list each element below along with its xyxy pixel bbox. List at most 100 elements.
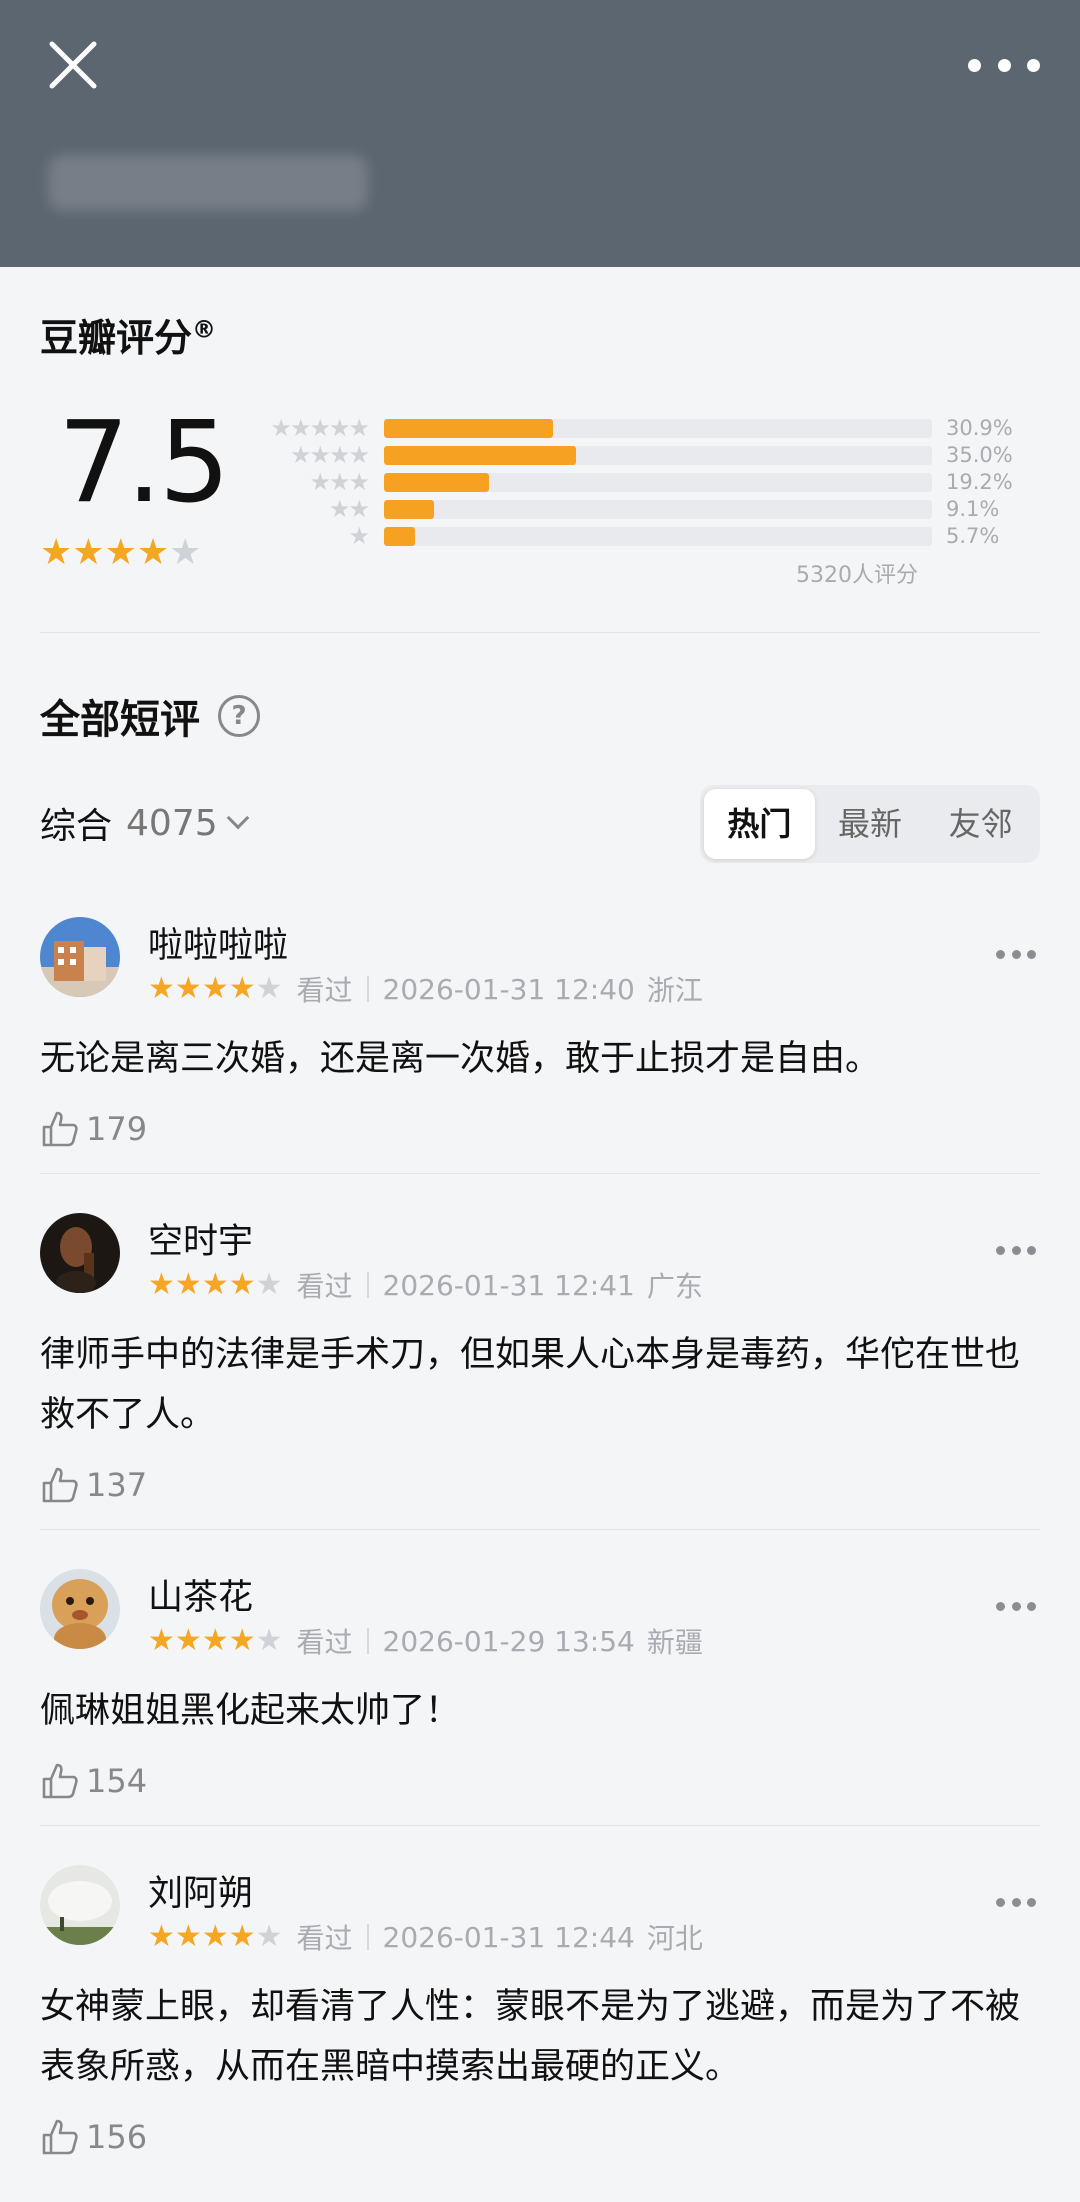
more-horizontal-icon bbox=[996, 949, 1005, 959]
comment-author[interactable]: 山茶花 bbox=[148, 1569, 253, 1620]
rating-title: 豆瓣评分® bbox=[40, 315, 217, 360]
tab-最新[interactable]: 最新 bbox=[815, 789, 926, 859]
star-icon: ★ bbox=[255, 1623, 283, 1658]
comment-more-button[interactable] bbox=[996, 1599, 1036, 1613]
chevron-down-icon bbox=[226, 806, 249, 830]
star-icon: ★ bbox=[201, 1919, 229, 1954]
comment-text: 佩琳姐姐黑化起来太帅了！ bbox=[40, 1691, 461, 1731]
comment-datetime: 2026-01-31 12:40 bbox=[382, 972, 635, 1006]
distribution-row: ★★★★★ 30.9% bbox=[248, 415, 1048, 442]
distribution-percent: 9.1% bbox=[946, 497, 1000, 521]
comment-datetime: 2026-01-29 13:54 bbox=[382, 1624, 635, 1658]
more-horizontal-icon bbox=[996, 1601, 1005, 1611]
distribution-bar bbox=[384, 500, 932, 519]
watch-status: 看过 bbox=[296, 1922, 353, 1955]
star-icon: ★ bbox=[169, 532, 202, 573]
close-button[interactable] bbox=[44, 36, 102, 94]
thumbs-up-icon bbox=[42, 1467, 78, 1503]
comment-location: 浙江 bbox=[646, 974, 703, 1007]
comment-location: 河北 bbox=[646, 1922, 703, 1955]
like-count: 154 bbox=[86, 1762, 148, 1800]
rating-score: 7.5 bbox=[58, 398, 230, 528]
comment-text: 无论是离三次婚，还是离一次婚，敢于止损才是自由。 bbox=[40, 1039, 881, 1079]
star-icon: ★ bbox=[228, 1919, 256, 1954]
distribution-bar-fill bbox=[384, 527, 416, 546]
rating-total: 5320人评分 bbox=[796, 563, 918, 588]
distribution-bar bbox=[384, 419, 932, 438]
meta-separator bbox=[366, 976, 369, 1002]
avatar[interactable] bbox=[40, 1865, 120, 1945]
more-horizontal-icon bbox=[968, 58, 981, 72]
avatar[interactable] bbox=[40, 1569, 120, 1649]
distribution-bar bbox=[384, 527, 932, 546]
distribution-bar-fill bbox=[384, 500, 434, 519]
star-icon: ★ bbox=[148, 1623, 175, 1658]
star-icon: ★ bbox=[255, 971, 283, 1006]
star-icon: ★ bbox=[201, 1267, 229, 1302]
watch-status: 看过 bbox=[296, 1626, 353, 1659]
avatar[interactable] bbox=[40, 917, 120, 997]
distribution-bar-fill bbox=[384, 419, 554, 438]
distribution-percent: 19.2% bbox=[946, 470, 1013, 494]
star-icon: ★ bbox=[40, 532, 73, 573]
distribution-stars: ★★★ bbox=[309, 468, 370, 496]
like-count: 156 bbox=[86, 2118, 148, 2156]
comment-more-button[interactable] bbox=[996, 947, 1036, 961]
distribution-row: ★★★★ 35.0% bbox=[248, 442, 1048, 469]
like-button[interactable]: 137 bbox=[40, 1465, 147, 1505]
sort-dropdown[interactable]: 综合 4075 bbox=[40, 797, 249, 849]
tab-热门[interactable]: 热门 bbox=[704, 789, 815, 859]
comment-author[interactable]: 刘阿朔 bbox=[148, 1865, 253, 1916]
star-icon: ★ bbox=[136, 532, 170, 573]
thumbs-up-icon bbox=[42, 2119, 78, 2155]
more-horizontal-icon bbox=[996, 1897, 1005, 1907]
distribution-bar-fill bbox=[384, 473, 490, 492]
comment-location: 广东 bbox=[646, 1270, 703, 1303]
star-icon: ★ bbox=[174, 971, 202, 1006]
comment-meta: ★ ★ ★ ★ ★ 看过 2026-01-31 12:41 广东 bbox=[148, 1265, 703, 1305]
star-icon: ★ bbox=[228, 971, 256, 1006]
question-circle-icon[interactable]: ? bbox=[218, 695, 260, 737]
comment-meta: ★ ★ ★ ★ ★ 看过 2026-01-31 12:40 浙江 bbox=[148, 969, 703, 1009]
distribution-percent: 30.9% bbox=[946, 416, 1013, 440]
comment-more-button[interactable] bbox=[996, 1243, 1036, 1257]
star-icon: ★ bbox=[201, 971, 229, 1006]
distribution-bar-fill bbox=[384, 446, 576, 465]
like-count: 137 bbox=[86, 1466, 148, 1504]
meta-separator bbox=[366, 1628, 369, 1654]
thumbs-up-icon bbox=[42, 1111, 78, 1147]
comment-location: 新疆 bbox=[646, 1626, 703, 1659]
avatar[interactable] bbox=[40, 1213, 120, 1293]
star-icon: ★ bbox=[255, 1267, 283, 1302]
like-button[interactable]: 179 bbox=[40, 1109, 147, 1149]
distribution-row: ★★ 9.1% bbox=[248, 496, 1048, 523]
comment-divider bbox=[40, 1529, 1040, 1530]
like-button[interactable]: 156 bbox=[40, 2117, 147, 2157]
comment-more-button[interactable] bbox=[996, 1895, 1036, 1909]
rating-distribution: ★★★★★ 30.9% ★★★★ 35.0% ★★★ 19.2% ★★ 9.1% ★ 5.7% 53… bbox=[248, 415, 1048, 589]
divider bbox=[40, 632, 1040, 633]
comment-datetime: 2026-01-31 12:44 bbox=[382, 1920, 635, 1954]
section-title: 全部短评 ? bbox=[40, 687, 260, 745]
distribution-stars: ★★ bbox=[328, 495, 370, 523]
comment-text: 律师手中的法律是手术刀，但如果人心本身是毒药，华佗在世也救不了人。 bbox=[40, 1335, 1021, 1435]
content-area: 豆瓣评分® 7.5 ★ ★ ★ ★ ★ ★★★★★ 30.9% ★★★★ 35.0% ★★★ 19… bbox=[0, 267, 1080, 2202]
star-icon: ★ bbox=[255, 1919, 283, 1954]
comment-datetime: 2026-01-31 12:41 bbox=[382, 1268, 635, 1302]
distribution-stars: ★★★★★ bbox=[270, 414, 370, 442]
star-icon: ★ bbox=[148, 971, 175, 1006]
star-icon: ★ bbox=[72, 532, 105, 573]
comment-stars: ★ ★ ★ ★ ★ bbox=[148, 1270, 283, 1300]
blurred-title bbox=[48, 155, 368, 211]
star-icon: ★ bbox=[228, 1623, 256, 1658]
distribution-stars: ★ bbox=[348, 522, 369, 550]
more-options-button[interactable] bbox=[968, 50, 1040, 80]
comment-author[interactable]: 啦啦啦啦 bbox=[148, 917, 288, 968]
like-button[interactable]: 154 bbox=[40, 1761, 147, 1801]
review-count: 4075 bbox=[126, 802, 218, 844]
comment-stars: ★ ★ ★ ★ ★ bbox=[148, 1922, 283, 1952]
comment-author[interactable]: 空时宇 bbox=[148, 1213, 253, 1264]
tab-友邻[interactable]: 友邻 bbox=[925, 789, 1036, 859]
score-stars-row: ★ ★ ★ ★ ★ bbox=[40, 535, 201, 571]
comment-divider bbox=[40, 1825, 1040, 1826]
